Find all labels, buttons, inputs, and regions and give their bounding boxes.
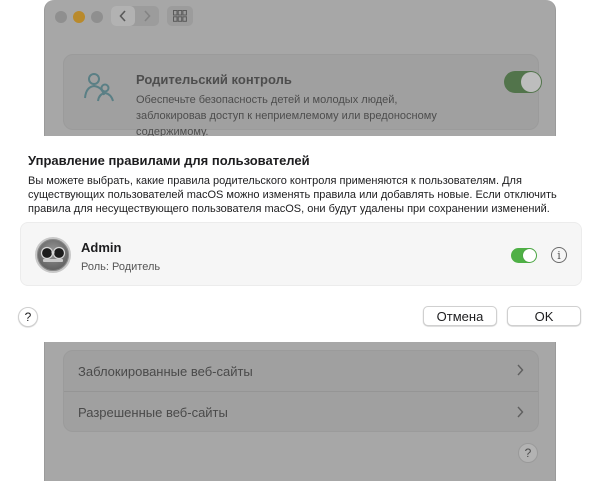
manage-user-rules-sheet: Управление правилами для пользователей В… — [0, 136, 600, 342]
ok-button[interactable]: OK — [507, 306, 581, 326]
blocked-websites-label: Заблокированные веб-сайты — [78, 363, 253, 379]
blocked-websites-row[interactable]: Заблокированные веб-сайты — [64, 351, 538, 392]
chevron-right-icon — [144, 10, 151, 22]
parental-control-card: Родительский контроль Обеспечьте безопас… — [63, 54, 542, 138]
window-titlebar — [45, 0, 555, 34]
user-rules-toggle[interactable] — [511, 248, 537, 263]
cancel-button[interactable]: Отмена — [423, 306, 497, 326]
screen: Родительский контроль Обеспечьте безопас… — [0, 0, 600, 481]
parental-control-title: Родительский контроль — [136, 72, 292, 87]
background-help-button[interactable]: ? — [518, 443, 538, 463]
chevron-right-icon — [516, 363, 524, 379]
info-icon[interactable]: i — [551, 247, 567, 263]
chevron-left-icon — [119, 10, 126, 22]
sheet-title: Управление правилами для пользователей — [28, 153, 310, 168]
back-button[interactable] — [111, 6, 135, 26]
show-all-button[interactable] — [167, 6, 193, 26]
user-row: Admin Роль: Родитель i — [20, 222, 582, 286]
allowed-websites-label: Разрешенные веб-сайты — [78, 405, 228, 420]
parental-control-description: Обеспечьте безопасность детей и молодых … — [136, 94, 437, 138]
websites-list: Заблокированные веб-сайты Разрешенные ве… — [63, 350, 539, 432]
chevron-right-icon — [516, 405, 524, 421]
user-name: Admin — [81, 240, 122, 255]
avatar — [35, 237, 71, 273]
forward-button[interactable] — [135, 6, 159, 26]
parental-control-toggle[interactable] — [504, 71, 542, 93]
parental-control-icon — [84, 73, 114, 102]
navigation-buttons — [111, 6, 159, 26]
allowed-websites-row[interactable]: Разрешенные веб-сайты — [64, 392, 538, 433]
minimize-window-button[interactable] — [73, 11, 85, 23]
close-window-button[interactable] — [55, 11, 67, 23]
user-role: Роль: Родитель — [81, 261, 161, 273]
user-avatar-image — [40, 246, 66, 262]
help-button[interactable]: ? — [18, 307, 38, 327]
zoom-window-button[interactable] — [91, 11, 103, 23]
grid-icon — [173, 10, 187, 22]
sheet-description: Вы можете выбрать, какие правила родител… — [28, 175, 557, 215]
